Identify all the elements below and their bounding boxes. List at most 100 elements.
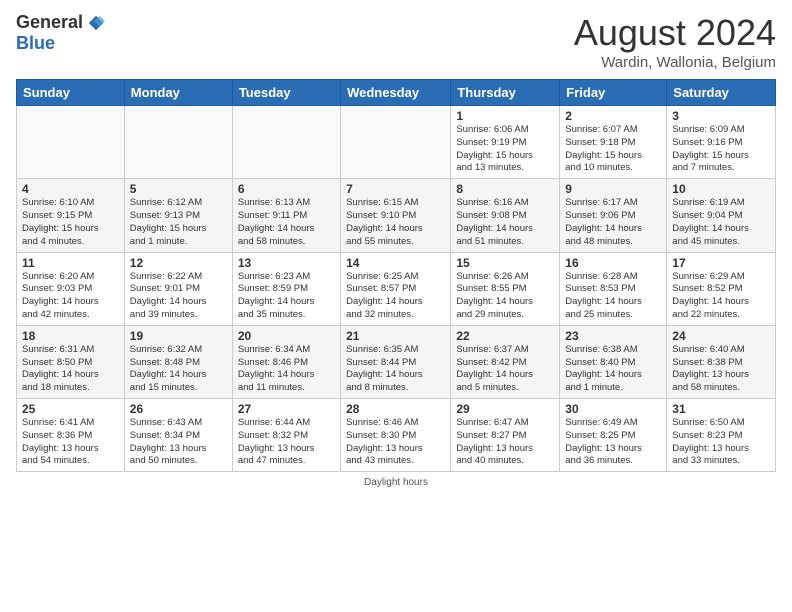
calendar-header-row: SundayMondayTuesdayWednesdayThursdayFrid… — [17, 80, 776, 106]
cell-week5-day4: 29Sunrise: 6:47 AM Sunset: 8:27 PM Dayli… — [451, 399, 560, 472]
header-saturday: Saturday — [667, 80, 776, 106]
cell-week4-day2: 20Sunrise: 6:34 AM Sunset: 8:46 PM Dayli… — [232, 325, 340, 398]
header-tuesday: Tuesday — [232, 80, 340, 106]
cell-week4-day0: 18Sunrise: 6:31 AM Sunset: 8:50 PM Dayli… — [17, 325, 125, 398]
day-info: Sunrise: 6:06 AM Sunset: 9:19 PM Dayligh… — [456, 124, 554, 175]
logo-blue-text: Blue — [16, 33, 55, 54]
day-number: 28 — [346, 402, 445, 416]
calendar-table: SundayMondayTuesdayWednesdayThursdayFrid… — [16, 79, 776, 472]
week-row-5: 25Sunrise: 6:41 AM Sunset: 8:36 PM Dayli… — [17, 399, 776, 472]
day-number: 4 — [22, 182, 119, 196]
day-info: Sunrise: 6:28 AM Sunset: 8:53 PM Dayligh… — [565, 271, 661, 322]
day-info: Sunrise: 6:35 AM Sunset: 8:44 PM Dayligh… — [346, 344, 445, 395]
cell-week2-day1: 5Sunrise: 6:12 AM Sunset: 9:13 PM Daylig… — [124, 179, 232, 252]
logo-general-text: General — [16, 12, 83, 33]
day-number: 5 — [130, 182, 227, 196]
day-info: Sunrise: 6:41 AM Sunset: 8:36 PM Dayligh… — [22, 417, 119, 468]
cell-week1-day1 — [124, 106, 232, 179]
cell-week3-day6: 17Sunrise: 6:29 AM Sunset: 8:52 PM Dayli… — [667, 252, 776, 325]
cell-week3-day1: 12Sunrise: 6:22 AM Sunset: 9:01 PM Dayli… — [124, 252, 232, 325]
day-info: Sunrise: 6:32 AM Sunset: 8:48 PM Dayligh… — [130, 344, 227, 395]
cell-week4-day6: 24Sunrise: 6:40 AM Sunset: 8:38 PM Dayli… — [667, 325, 776, 398]
cell-week4-day5: 23Sunrise: 6:38 AM Sunset: 8:40 PM Dayli… — [560, 325, 667, 398]
cell-week1-day3 — [341, 106, 451, 179]
cell-week5-day2: 27Sunrise: 6:44 AM Sunset: 8:32 PM Dayli… — [232, 399, 340, 472]
day-info: Sunrise: 6:20 AM Sunset: 9:03 PM Dayligh… — [22, 271, 119, 322]
cell-week1-day5: 2Sunrise: 6:07 AM Sunset: 9:18 PM Daylig… — [560, 106, 667, 179]
day-number: 24 — [672, 329, 770, 343]
day-info: Sunrise: 6:49 AM Sunset: 8:25 PM Dayligh… — [565, 417, 661, 468]
cell-week1-day4: 1Sunrise: 6:06 AM Sunset: 9:19 PM Daylig… — [451, 106, 560, 179]
week-row-4: 18Sunrise: 6:31 AM Sunset: 8:50 PM Dayli… — [17, 325, 776, 398]
day-number: 18 — [22, 329, 119, 343]
cell-week3-day2: 13Sunrise: 6:23 AM Sunset: 8:59 PM Dayli… — [232, 252, 340, 325]
day-info: Sunrise: 6:44 AM Sunset: 8:32 PM Dayligh… — [238, 417, 335, 468]
logo: General Blue — [16, 12, 105, 54]
day-number: 19 — [130, 329, 227, 343]
cell-week2-day0: 4Sunrise: 6:10 AM Sunset: 9:15 PM Daylig… — [17, 179, 125, 252]
day-info: Sunrise: 6:43 AM Sunset: 8:34 PM Dayligh… — [130, 417, 227, 468]
day-info: Sunrise: 6:50 AM Sunset: 8:23 PM Dayligh… — [672, 417, 770, 468]
day-number: 15 — [456, 256, 554, 270]
cell-week5-day1: 26Sunrise: 6:43 AM Sunset: 8:34 PM Dayli… — [124, 399, 232, 472]
day-info: Sunrise: 6:17 AM Sunset: 9:06 PM Dayligh… — [565, 197, 661, 248]
day-number: 26 — [130, 402, 227, 416]
cell-week4-day4: 22Sunrise: 6:37 AM Sunset: 8:42 PM Dayli… — [451, 325, 560, 398]
day-info: Sunrise: 6:26 AM Sunset: 8:55 PM Dayligh… — [456, 271, 554, 322]
day-info: Sunrise: 6:34 AM Sunset: 8:46 PM Dayligh… — [238, 344, 335, 395]
day-number: 8 — [456, 182, 554, 196]
header-friday: Friday — [560, 80, 667, 106]
day-number: 13 — [238, 256, 335, 270]
cell-week2-day3: 7Sunrise: 6:15 AM Sunset: 9:10 PM Daylig… — [341, 179, 451, 252]
cell-week2-day6: 10Sunrise: 6:19 AM Sunset: 9:04 PM Dayli… — [667, 179, 776, 252]
cell-week1-day2 — [232, 106, 340, 179]
footer-note: Daylight hours — [16, 477, 776, 488]
day-info: Sunrise: 6:47 AM Sunset: 8:27 PM Dayligh… — [456, 417, 554, 468]
cell-week3-day3: 14Sunrise: 6:25 AM Sunset: 8:57 PM Dayli… — [341, 252, 451, 325]
day-number: 3 — [672, 109, 770, 123]
day-number: 12 — [130, 256, 227, 270]
day-info: Sunrise: 6:15 AM Sunset: 9:10 PM Dayligh… — [346, 197, 445, 248]
header-sunday: Sunday — [17, 80, 125, 106]
day-number: 30 — [565, 402, 661, 416]
day-info: Sunrise: 6:22 AM Sunset: 9:01 PM Dayligh… — [130, 271, 227, 322]
day-number: 14 — [346, 256, 445, 270]
day-info: Sunrise: 6:07 AM Sunset: 9:18 PM Dayligh… — [565, 124, 661, 175]
cell-week1-day6: 3Sunrise: 6:09 AM Sunset: 9:16 PM Daylig… — [667, 106, 776, 179]
cell-week3-day4: 15Sunrise: 6:26 AM Sunset: 8:55 PM Dayli… — [451, 252, 560, 325]
header-monday: Monday — [124, 80, 232, 106]
day-number: 27 — [238, 402, 335, 416]
cell-week2-day4: 8Sunrise: 6:16 AM Sunset: 9:08 PM Daylig… — [451, 179, 560, 252]
day-info: Sunrise: 6:09 AM Sunset: 9:16 PM Dayligh… — [672, 124, 770, 175]
day-number: 11 — [22, 256, 119, 270]
day-info: Sunrise: 6:19 AM Sunset: 9:04 PM Dayligh… — [672, 197, 770, 248]
day-number: 1 — [456, 109, 554, 123]
month-title: August 2024 — [574, 12, 776, 54]
cell-week4-day1: 19Sunrise: 6:32 AM Sunset: 8:48 PM Dayli… — [124, 325, 232, 398]
cell-week4-day3: 21Sunrise: 6:35 AM Sunset: 8:44 PM Dayli… — [341, 325, 451, 398]
day-info: Sunrise: 6:13 AM Sunset: 9:11 PM Dayligh… — [238, 197, 335, 248]
day-number: 6 — [238, 182, 335, 196]
day-info: Sunrise: 6:31 AM Sunset: 8:50 PM Dayligh… — [22, 344, 119, 395]
day-info: Sunrise: 6:38 AM Sunset: 8:40 PM Dayligh… — [565, 344, 661, 395]
day-info: Sunrise: 6:37 AM Sunset: 8:42 PM Dayligh… — [456, 344, 554, 395]
cell-week3-day0: 11Sunrise: 6:20 AM Sunset: 9:03 PM Dayli… — [17, 252, 125, 325]
page-container: General Blue August 2024 Wardin, Walloni… — [0, 0, 792, 612]
week-row-3: 11Sunrise: 6:20 AM Sunset: 9:03 PM Dayli… — [17, 252, 776, 325]
day-number: 16 — [565, 256, 661, 270]
day-number: 2 — [565, 109, 661, 123]
day-number: 20 — [238, 329, 335, 343]
cell-week5-day6: 31Sunrise: 6:50 AM Sunset: 8:23 PM Dayli… — [667, 399, 776, 472]
cell-week3-day5: 16Sunrise: 6:28 AM Sunset: 8:53 PM Dayli… — [560, 252, 667, 325]
day-info: Sunrise: 6:23 AM Sunset: 8:59 PM Dayligh… — [238, 271, 335, 322]
day-number: 9 — [565, 182, 661, 196]
cell-week5-day5: 30Sunrise: 6:49 AM Sunset: 8:25 PM Dayli… — [560, 399, 667, 472]
day-number: 17 — [672, 256, 770, 270]
cell-week2-day5: 9Sunrise: 6:17 AM Sunset: 9:06 PM Daylig… — [560, 179, 667, 252]
day-number: 7 — [346, 182, 445, 196]
cell-week5-day3: 28Sunrise: 6:46 AM Sunset: 8:30 PM Dayli… — [341, 399, 451, 472]
location: Wardin, Wallonia, Belgium — [574, 54, 776, 71]
day-info: Sunrise: 6:12 AM Sunset: 9:13 PM Dayligh… — [130, 197, 227, 248]
cell-week2-day2: 6Sunrise: 6:13 AM Sunset: 9:11 PM Daylig… — [232, 179, 340, 252]
day-info: Sunrise: 6:46 AM Sunset: 8:30 PM Dayligh… — [346, 417, 445, 468]
